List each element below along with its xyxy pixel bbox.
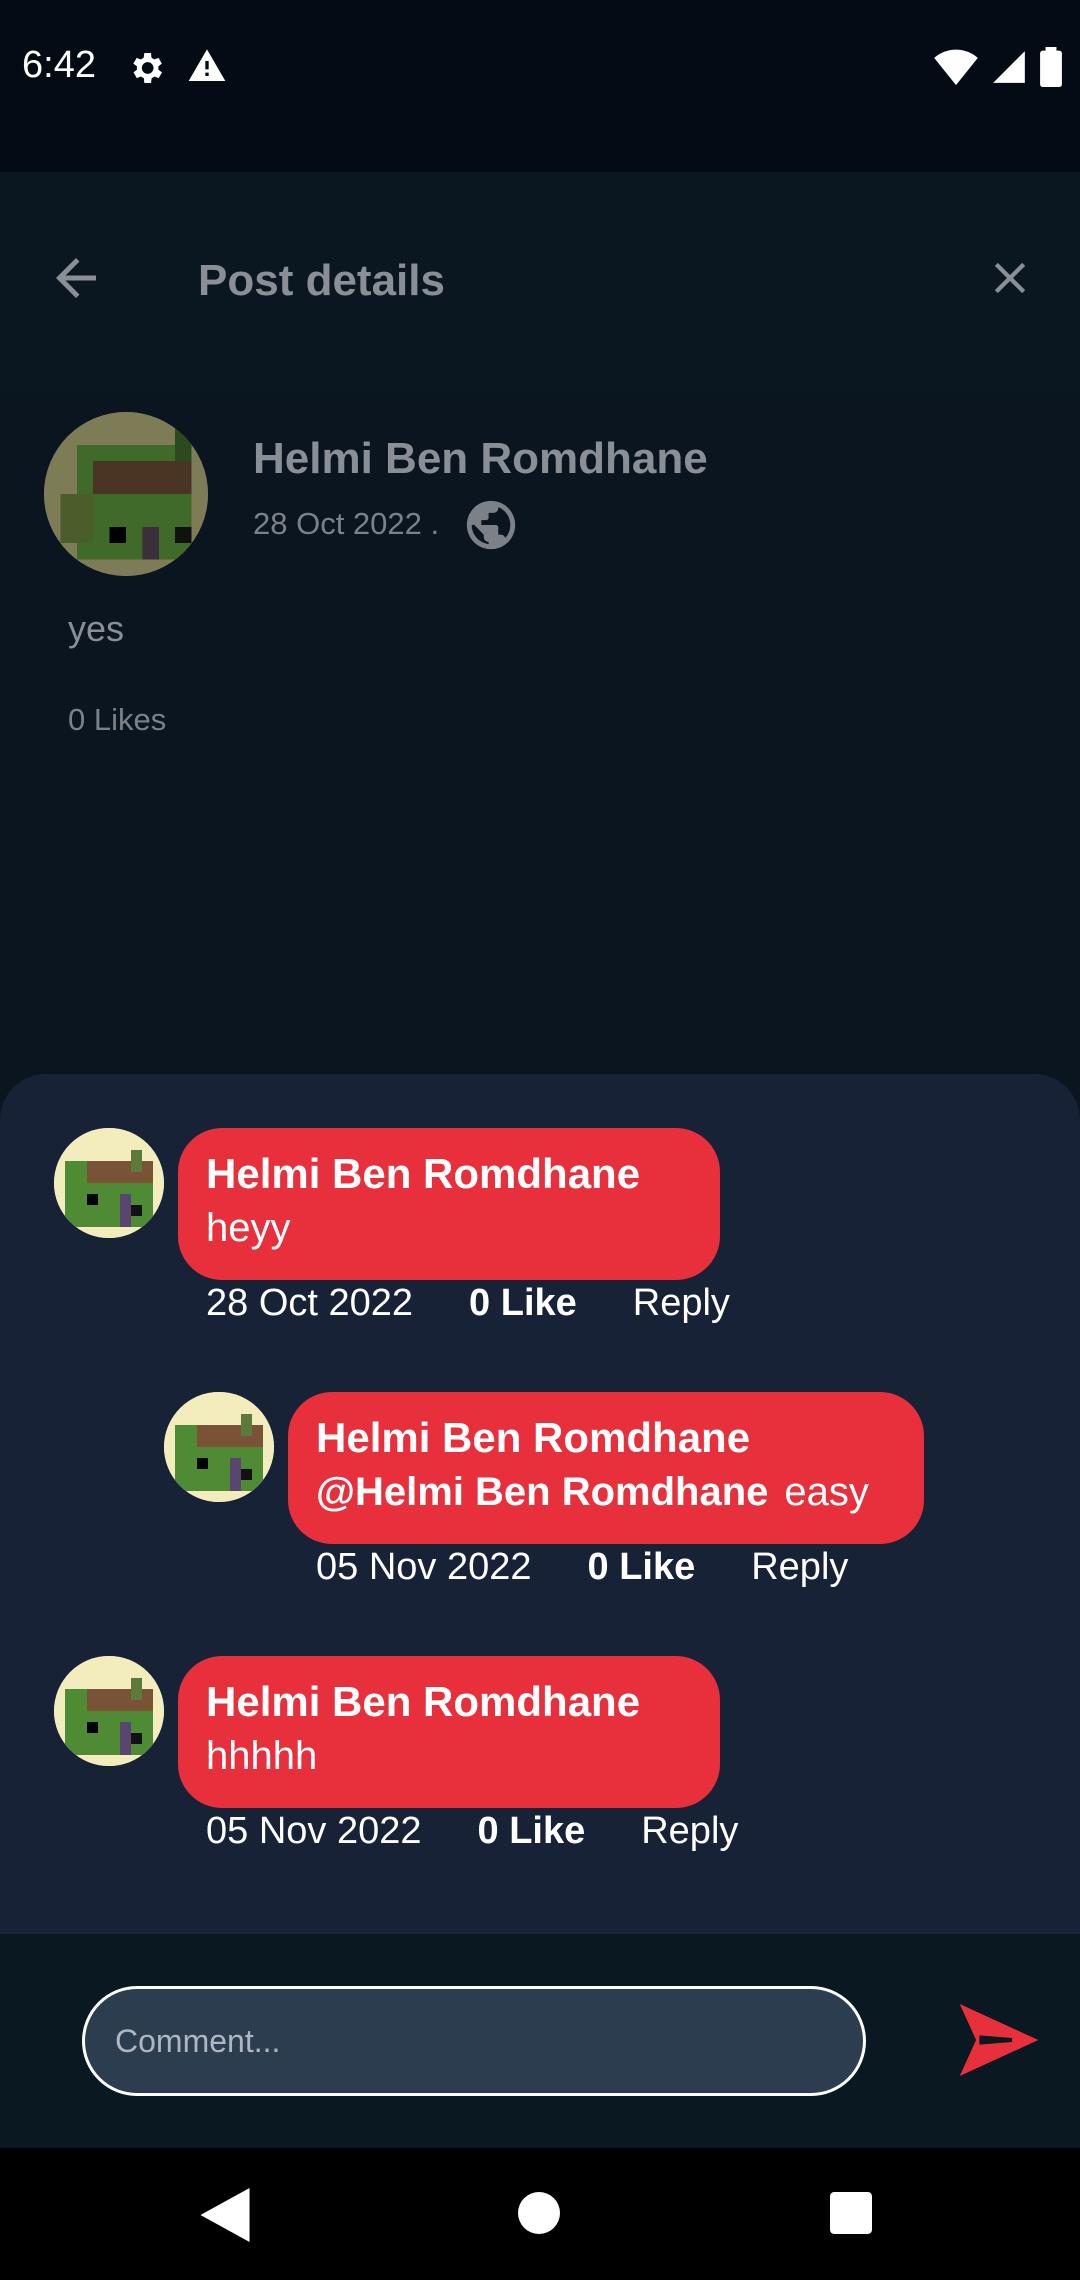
comment-author: Helmi Ben Romdhane (206, 1150, 641, 1197)
avatar[interactable] (54, 1656, 164, 1766)
pixel-avatar-image (164, 1392, 274, 1502)
comment-like-button[interactable]: 0 Like (588, 1546, 696, 1589)
comment-text-line: @Helmi Ben Romdhane easy (316, 1464, 896, 1520)
comment-meta: 28 Oct 2022 0 Like Reply (206, 1282, 730, 1325)
avatar[interactable] (44, 412, 208, 576)
pixel-avatar-image (54, 1656, 164, 1766)
comment-reply-button[interactable]: Reply (751, 1546, 848, 1589)
app-bar: Post details (0, 172, 1080, 390)
comment-bubble[interactable]: Helmi Ben Romdhane hhhhh (178, 1656, 720, 1808)
comment-meta: 05 Nov 2022 0 Like Reply (206, 1810, 738, 1853)
avatar[interactable] (54, 1128, 164, 1238)
comment-date: 05 Nov 2022 (206, 1810, 422, 1852)
comment-author: Helmi Ben Romdhane (316, 1414, 751, 1461)
comment-input[interactable] (82, 1986, 866, 2096)
comment-meta: 05 Nov 2022 0 Like Reply (316, 1546, 848, 1589)
comment-date: 05 Nov 2022 (316, 1546, 532, 1588)
pixel-avatar-image (44, 412, 208, 576)
comment-bubble[interactable]: Helmi Ben Romdhane @Helmi Ben Romdhane ea… (288, 1392, 924, 1544)
pixel-avatar-image (54, 1128, 164, 1238)
nav-back-icon[interactable] (200, 2188, 250, 2242)
comment-text: heyy (206, 1206, 291, 1250)
avatar[interactable] (164, 1392, 274, 1502)
signal-icon (993, 51, 1025, 83)
status-bar: 6:42 (0, 0, 1080, 172)
post-date: 28 Oct 2022 . (253, 506, 440, 541)
wifi-icon (934, 49, 978, 86)
comment-author: Helmi Ben Romdhane (206, 1678, 641, 1725)
comment-like-button[interactable]: 0 Like (469, 1282, 577, 1325)
close-button[interactable] (978, 246, 1042, 310)
post-text: yes (68, 608, 125, 649)
nav-recents-icon[interactable] (830, 2192, 872, 2234)
comment-composer (0, 1934, 1080, 2148)
settings-icon (133, 53, 162, 83)
arrow-back-icon (56, 258, 96, 298)
status-indicators (934, 46, 1062, 88)
send-icon[interactable] (958, 2004, 1040, 2076)
nav-home-icon[interactable] (518, 2192, 560, 2234)
system-nav-bar (0, 2148, 1080, 2280)
post-card: Helmi Ben Romdhane 28 Oct 2022 . yes 0 L… (0, 390, 1080, 1150)
comment-text: hhhhh (206, 1734, 318, 1778)
status-time: 6:42 (22, 44, 96, 86)
comment-bubble[interactable]: Helmi Ben Romdhane heyy (178, 1128, 720, 1280)
back-button[interactable] (40, 242, 112, 314)
comments-sheet: Helmi Ben Romdhane heyy 28 Oct 2022 0 Li… (0, 1074, 1080, 1934)
post-likes-count[interactable]: 0 Likes (68, 702, 166, 738)
comment-text: easy (784, 1470, 869, 1514)
comment-mention[interactable]: @Helmi Ben Romdhane (316, 1470, 768, 1514)
post-author[interactable]: Helmi Ben Romdhane (253, 434, 708, 484)
comment-date: 28 Oct 2022 (206, 1282, 414, 1324)
page-title: Post details (198, 256, 445, 305)
battery-icon (1040, 47, 1062, 87)
close-icon (994, 262, 1026, 294)
comment-like-button[interactable]: 0 Like (478, 1810, 586, 1853)
globe-icon (466, 500, 516, 550)
comment-reply-button[interactable]: Reply (641, 1810, 738, 1853)
comment-reply-button[interactable]: Reply (633, 1282, 730, 1325)
alert-icon (188, 49, 226, 81)
